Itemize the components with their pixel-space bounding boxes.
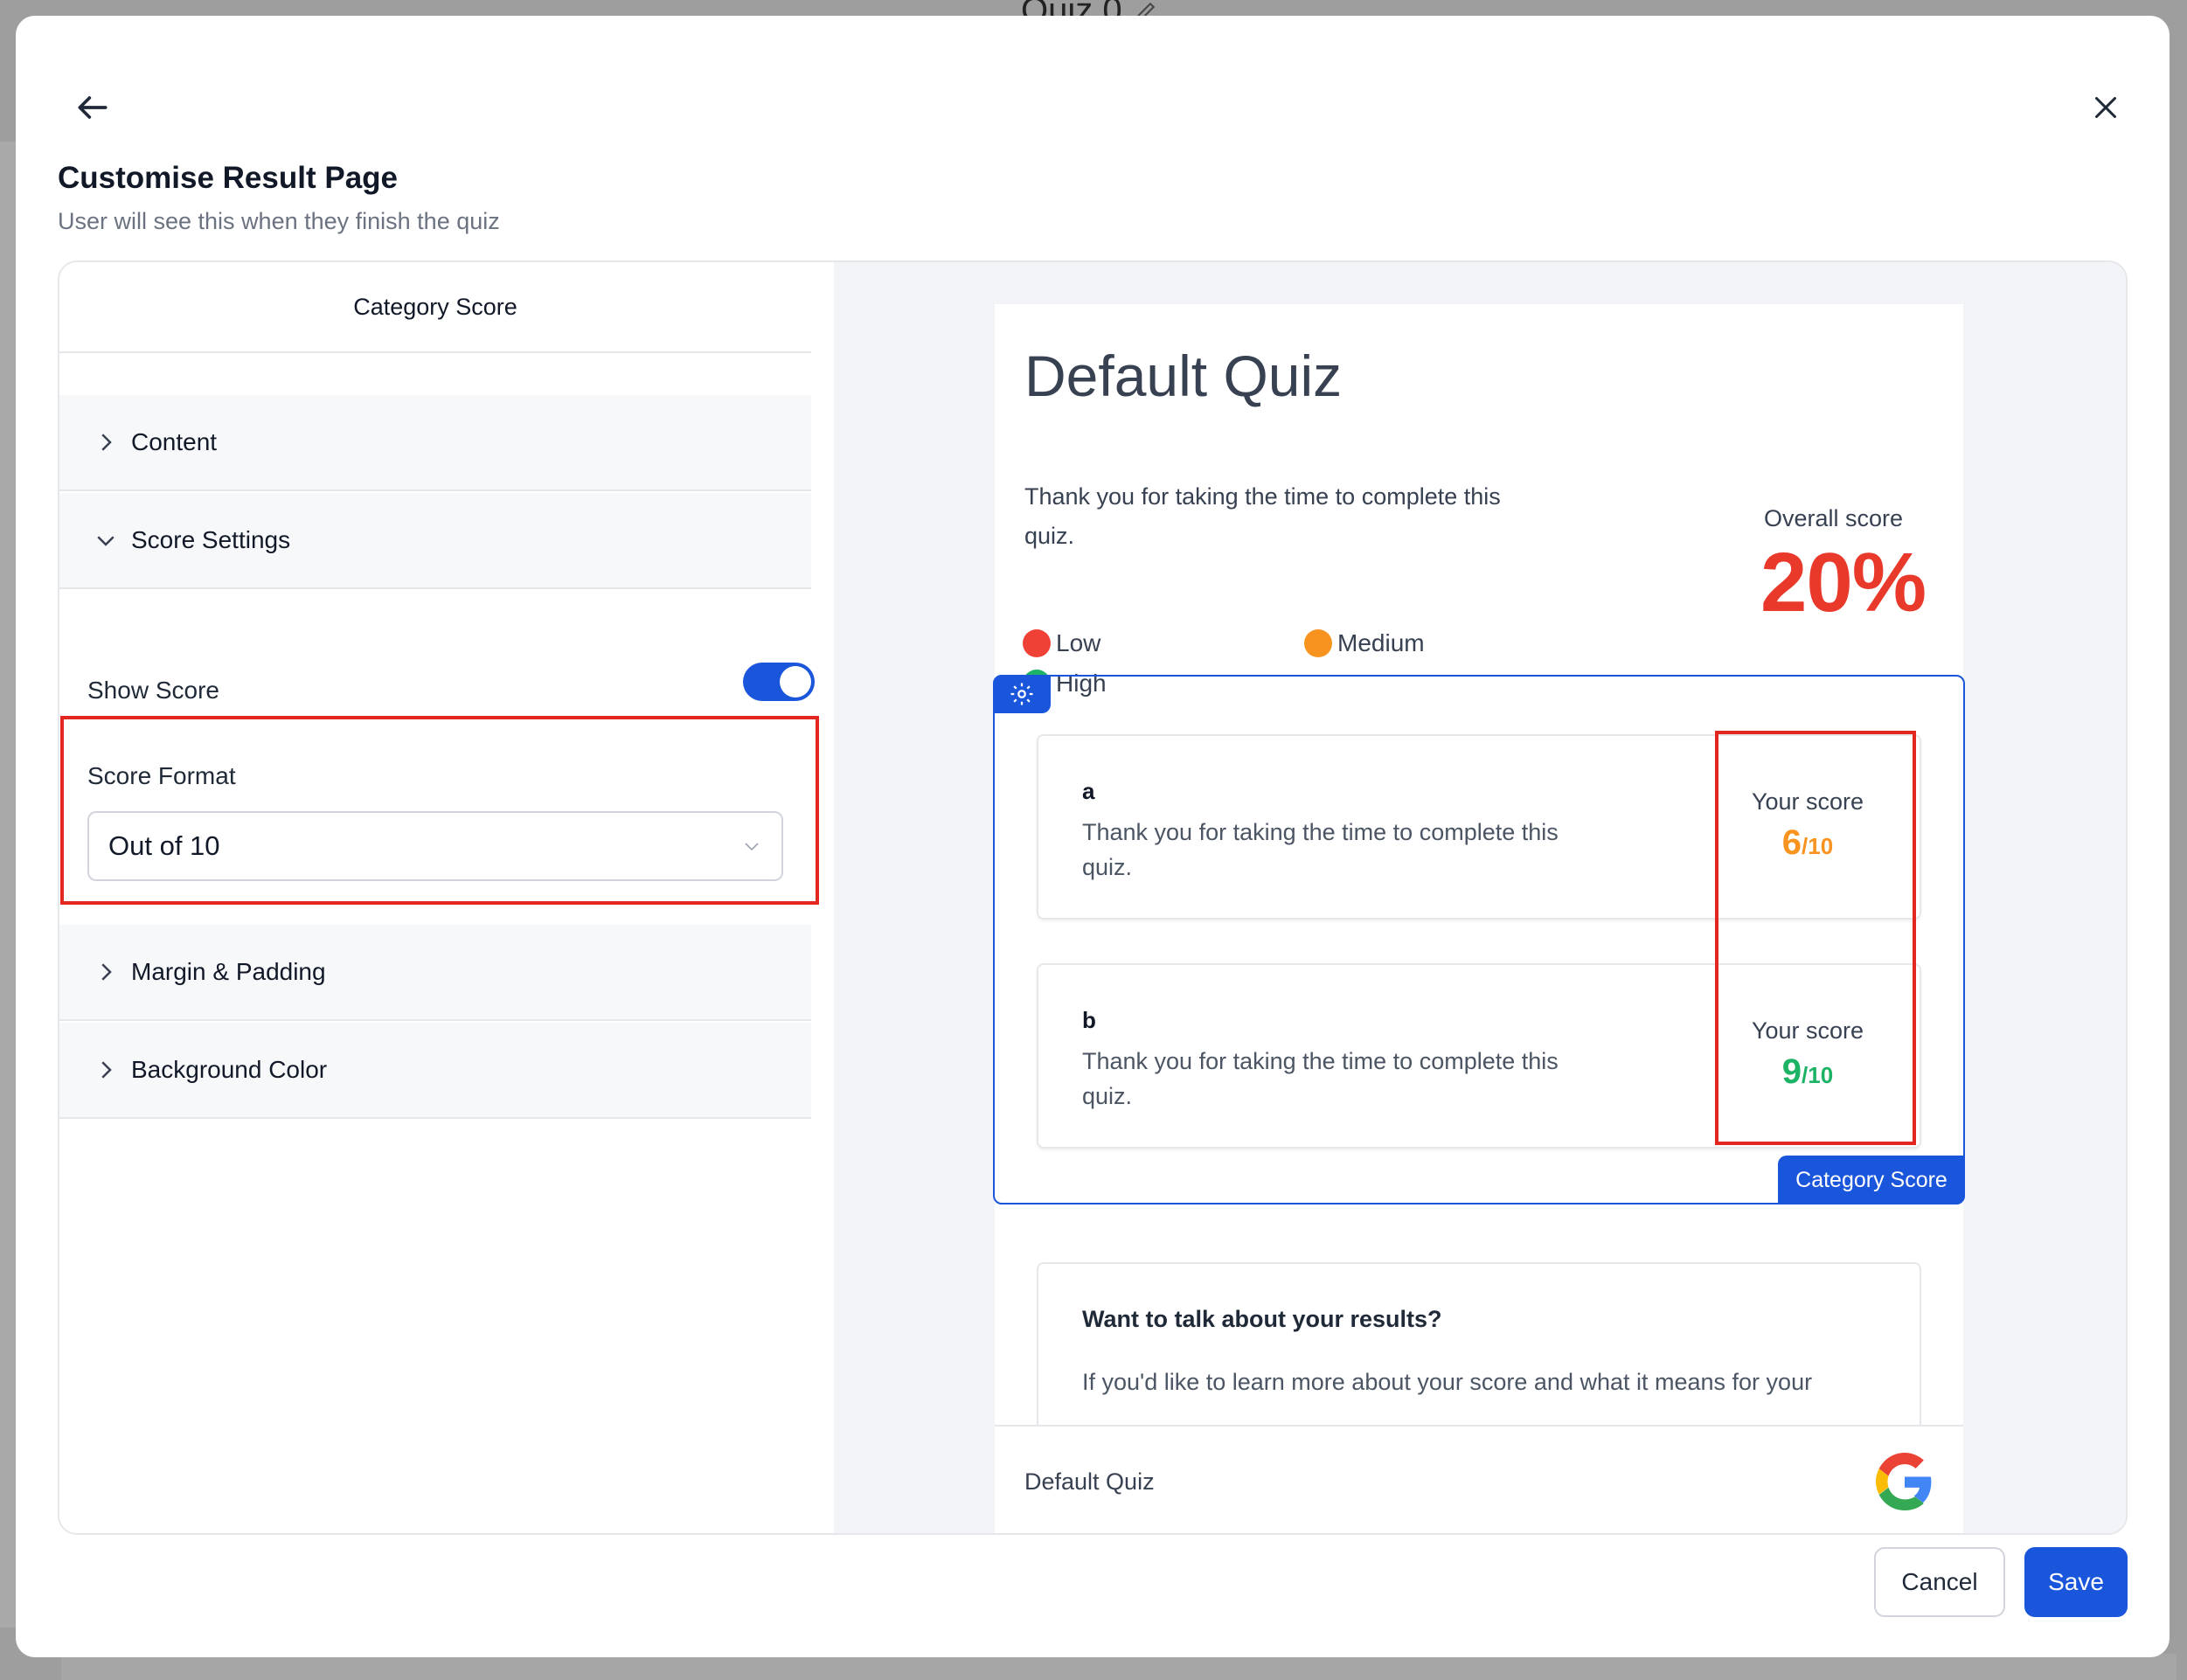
chevron-right-icon <box>101 963 112 981</box>
category-description: Thank you for taking the time to complet… <box>1082 1048 1559 1109</box>
highlight-score-values <box>1715 731 1916 1145</box>
show-score-toggle[interactable] <box>743 663 815 701</box>
section-content[interactable]: Content <box>59 395 811 491</box>
back-button[interactable] <box>58 77 128 138</box>
legend-low-label: Low <box>1056 629 1101 656</box>
section-score-settings-label: Score Settings <box>131 526 291 553</box>
category-score-tag: Category Score <box>1778 1156 1965 1204</box>
highlight-score-format <box>60 716 819 905</box>
legend-medium: Medium <box>1304 629 1425 657</box>
cancel-button[interactable]: Cancel <box>1874 1547 2005 1617</box>
arrow-left-icon <box>78 96 108 119</box>
preview-panel: Default Quiz Thank you for taking the ti… <box>834 262 2126 1533</box>
gear-icon <box>1010 683 1033 705</box>
quiz-title: Default Quiz <box>1024 344 1343 408</box>
chevron-right-icon <box>101 1061 112 1079</box>
legend-medium-label: Medium <box>1337 629 1425 656</box>
legend-dot-low <box>1023 629 1051 657</box>
footer-quiz-name: Default Quiz <box>1024 1468 1155 1495</box>
section-content-label: Content <box>131 428 218 455</box>
legend-low: Low <box>1023 629 1100 657</box>
close-icon <box>2095 97 2116 118</box>
preview-footer: Default Quiz <box>995 1425 1963 1533</box>
contact-text: If you'd like to learn more about your s… <box>1082 1369 1813 1395</box>
panel-header: Category Score <box>59 262 811 353</box>
overall-score-label: Overall score <box>1764 505 1904 531</box>
section-margin-padding[interactable]: Margin & Padding <box>59 925 811 1021</box>
close-button[interactable] <box>2075 77 2136 138</box>
section-score-settings[interactable]: Score Settings <box>59 493 811 589</box>
section-background-color-label: Background Color <box>131 1056 328 1083</box>
contact-title: Want to talk about your results? <box>1082 1306 1442 1332</box>
customise-result-modal: Customise Result Page User will see this… <box>16 16 2170 1657</box>
save-button[interactable]: Save <box>2024 1547 2128 1617</box>
toggle-knob <box>780 666 811 698</box>
category-name: b <box>1082 1007 1096 1033</box>
thanks-text: Thank you for taking the time to complet… <box>1024 483 1501 549</box>
category-name: a <box>1082 778 1095 804</box>
modal-title: Customise Result Page <box>58 161 398 195</box>
legend-dot-medium <box>1304 629 1332 657</box>
background-footer <box>61 1654 2177 1680</box>
block-settings-button[interactable] <box>993 675 1051 713</box>
overall-score-value: 20% <box>1760 536 1927 629</box>
section-margin-padding-label: Margin & Padding <box>131 958 326 985</box>
chevron-down-icon <box>97 536 115 546</box>
show-score-label: Show Score <box>87 677 219 704</box>
section-background-color[interactable]: Background Color <box>59 1023 811 1119</box>
google-icon <box>1876 1453 1932 1510</box>
category-description: Thank you for taking the time to complet… <box>1082 819 1559 880</box>
chevron-right-icon <box>101 434 112 451</box>
modal-subtitle: User will see this when they finish the … <box>58 208 500 234</box>
